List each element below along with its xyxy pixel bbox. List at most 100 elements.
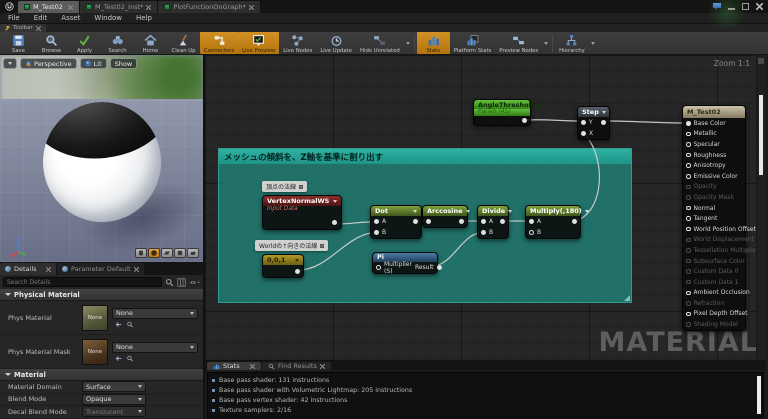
output-pin[interactable]	[500, 219, 505, 224]
tab-stats[interactable]: Stats	[207, 362, 261, 370]
output-pin[interactable]	[601, 120, 606, 125]
material-graph-canvas[interactable]: MATERIAL メッシュの傾斜を、Z軸を基準に割り出す 頂点の法線 World…	[205, 55, 766, 360]
apply-button[interactable]: Apply	[68, 32, 101, 54]
preview-viewport[interactable]: Perspective Lit Show	[0, 55, 203, 262]
hierarchy-button[interactable]: Hierarchy	[555, 32, 589, 54]
chevron-down-icon[interactable]	[544, 41, 549, 45]
live-update-button[interactable]: Live Update	[316, 32, 356, 54]
search-details-input[interactable]	[3, 277, 162, 287]
sphere-shape-button[interactable]	[148, 248, 160, 258]
input-pin-a[interactable]	[481, 219, 486, 224]
phys-material-mask-dropdown[interactable]: None	[112, 341, 198, 353]
comment-resize-handle[interactable]	[624, 295, 630, 301]
lit-button[interactable]: Lit	[79, 58, 107, 69]
clean-up-button[interactable]: Clean Up	[167, 32, 200, 54]
output-pin[interactable]	[572, 219, 577, 224]
pin-normal[interactable]	[686, 205, 691, 211]
section-material[interactable]: Material	[0, 369, 203, 381]
viewport-options-button[interactable]	[3, 58, 17, 69]
platform-stats-button[interactable]: Platform Stats	[450, 32, 496, 54]
pin-roughness[interactable]	[686, 152, 691, 158]
close-icon[interactable]	[35, 25, 41, 31]
live-nodes-button[interactable]: Live Nodes	[279, 32, 316, 54]
chevron-down-icon[interactable]	[590, 41, 595, 45]
output-pin[interactable]	[522, 118, 527, 123]
phys-material-mask-thumbnail[interactable]: None	[82, 338, 108, 365]
hide-unrelated-button[interactable]: Hide Unrelated	[356, 32, 404, 54]
input-pin-y[interactable]	[581, 120, 586, 125]
node-angle-threshold[interactable]: AngleThreshold Param (45)	[473, 99, 543, 126]
pin-emissive-color[interactable]	[686, 174, 691, 179]
stats-button[interactable]: Stats	[416, 32, 450, 54]
phys-material-dropdown[interactable]: None	[112, 307, 198, 319]
plane-shape-button[interactable]	[161, 248, 173, 258]
node-divide[interactable]: Divide A B	[477, 205, 513, 239]
output-pin[interactable]	[459, 219, 464, 224]
perspective-button[interactable]: Perspective	[20, 58, 77, 69]
node-dot[interactable]: Dot A B	[370, 205, 422, 239]
output-pin[interactable]	[332, 220, 337, 225]
feedback-icon[interactable]	[713, 3, 721, 10]
chevron-down-icon[interactable]	[405, 41, 410, 45]
menu-window[interactable]: Window	[94, 14, 122, 22]
cube-shape-button[interactable]	[174, 248, 186, 258]
input-pin[interactable]	[426, 219, 431, 224]
pin-anisotropy[interactable]	[686, 163, 691, 168]
tab-m-test02[interactable]: M_Test02	[18, 1, 80, 13]
close-window-button[interactable]	[756, 3, 763, 10]
node-arccosine[interactable]: Arccosine	[422, 205, 470, 228]
save-button[interactable]: Save	[2, 32, 35, 54]
input-pin-b[interactable]	[529, 230, 534, 235]
output-pin[interactable]	[295, 268, 300, 274]
comment-bubble-world-up-normal[interactable]: Worldの↑向きの法線	[255, 240, 329, 251]
palette-icon[interactable]	[758, 58, 764, 64]
close-icon[interactable]	[248, 4, 254, 10]
phys-material-thumbnail[interactable]: None	[82, 304, 108, 331]
use-selected-arrow-icon[interactable]	[114, 321, 122, 328]
show-button[interactable]: Show	[109, 58, 138, 69]
menu-edit[interactable]: Edit	[34, 14, 48, 22]
pin-pixel-depth-offset[interactable]	[686, 311, 691, 317]
menu-asset[interactable]: Asset	[61, 14, 80, 22]
graph-scrollbar-thumb[interactable]	[759, 95, 763, 175]
column-settings-icon[interactable]	[177, 277, 186, 287]
input-pin-multiplier[interactable]	[376, 265, 381, 270]
input-pin-b[interactable]	[481, 230, 486, 235]
node-multiply-180[interactable]: Multiply(,180) A B	[525, 205, 589, 239]
menu-help[interactable]: Help	[136, 14, 152, 22]
pin-ambient-occlusion[interactable]	[686, 290, 691, 296]
live-preview-button[interactable]: Live Preview	[238, 32, 280, 54]
close-icon[interactable]	[46, 266, 51, 272]
view-options-eye-icon[interactable]	[189, 278, 200, 287]
tab-plotfunctionongraph[interactable]: PlotFunctionOnGraph*	[158, 1, 261, 13]
close-icon[interactable]	[133, 266, 139, 272]
pin-tangent[interactable]	[686, 216, 691, 221]
tab-parameter-default[interactable]: Parameter Default	[57, 263, 144, 275]
comment-bubble-vertex-normal[interactable]: 頂点の法線	[262, 181, 308, 192]
toolbar-tab[interactable]: Toolbar	[0, 24, 46, 32]
input-pin-a[interactable]	[529, 219, 534, 224]
browse-to-asset-icon[interactable]	[126, 355, 134, 362]
stats-log[interactable]: Base pass shader: 131 instructions Base …	[207, 372, 764, 418]
pin-world-position-offset[interactable]	[686, 226, 691, 232]
minimize-button[interactable]	[728, 4, 735, 10]
section-physical-material[interactable]: Physical Material	[0, 289, 203, 301]
input-pin-x[interactable]	[581, 131, 586, 136]
pin-metallic[interactable]	[686, 131, 691, 137]
output-pin-result[interactable]	[436, 265, 442, 270]
close-icon[interactable]	[250, 363, 255, 369]
tab-details[interactable]: Details	[0, 263, 56, 275]
node-step[interactable]: Step Y X	[577, 106, 610, 140]
node-vertex-normal-ws[interactable]: VertexNormalWS Input Data	[262, 195, 342, 230]
tab-find-results[interactable]: Find Results	[262, 362, 331, 370]
search-button[interactable]: Search	[101, 32, 134, 54]
preview-nodes-button[interactable]: Preview Nodes	[495, 32, 542, 54]
home-button[interactable]: Home	[134, 32, 167, 54]
mesh-shape-button[interactable]	[187, 248, 199, 258]
close-icon[interactable]	[68, 4, 73, 10]
close-icon[interactable]	[146, 4, 152, 10]
tab-m-test02-inst[interactable]: M_Test02_Inst*	[80, 1, 159, 13]
browse-to-asset-icon[interactable]	[126, 321, 134, 328]
output-pin[interactable]	[413, 219, 418, 224]
cylinder-shape-button[interactable]	[135, 248, 147, 258]
